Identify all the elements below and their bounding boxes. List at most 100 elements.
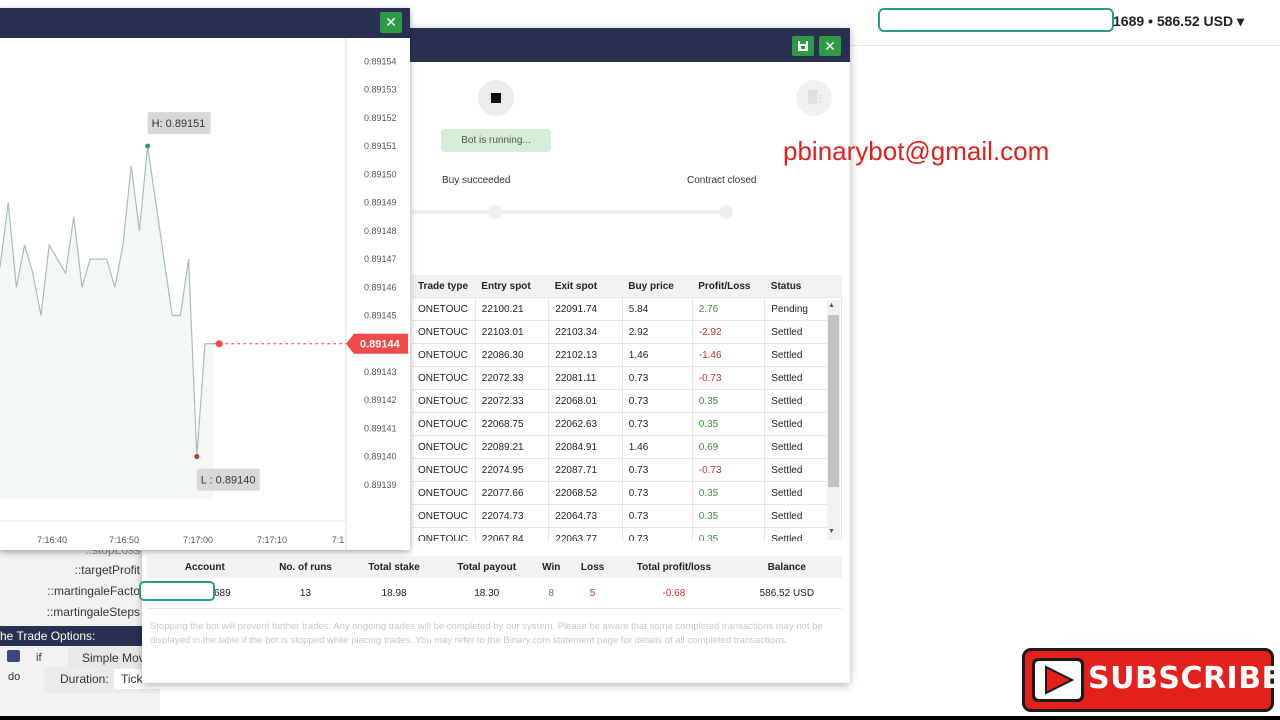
trash-icon: [807, 90, 822, 104]
trade-row: ONETOUC 22074.73 22064.73 0.73 0.35 Settled: [412, 504, 842, 528]
block-martingale-steps[interactable]: ::martingaleSteps: [0, 605, 140, 619]
y-tick-label: 0.89140: [364, 452, 397, 462]
clear-log-button[interactable]: [796, 80, 832, 116]
duration-label: Duration:: [60, 672, 109, 686]
profit-loss-cell: 0.35: [692, 481, 766, 505]
gear-icon[interactable]: [7, 650, 20, 662]
buy-price-cell: 0.73: [622, 412, 693, 436]
x-tick-label: 7:16:40: [37, 535, 67, 545]
col-trade-type[interactable]: Trade type: [412, 275, 476, 298]
buy-price-cell: 0.73: [622, 389, 693, 413]
trade-row: ONETOUC 22077.66 22068.52 0.73 0.35 Settled: [412, 481, 842, 505]
trade-type-cell: ONETOUC: [412, 412, 476, 436]
trade-type-cell: ONETOUC: [412, 343, 476, 367]
trade-row: ONETOUC 22072.33 22068.01 0.73 0.35 Settled: [412, 389, 842, 413]
profit-loss-cell: -0.73: [692, 458, 766, 482]
exit-spot-cell: 22064.73: [548, 504, 623, 528]
block-martingale-factor[interactable]: ::martingaleFacto: [0, 584, 140, 598]
col-total-payout: Total payout: [439, 556, 534, 578]
low-label: L : 0.89140: [201, 475, 256, 487]
col-status[interactable]: Status: [764, 275, 842, 298]
trades-scrollbar-thumb[interactable]: [828, 315, 839, 487]
trade-type-cell: ONETOUC: [412, 435, 476, 459]
close-button[interactable]: ✕: [819, 36, 841, 56]
high-marker: [145, 143, 151, 149]
trade-type-cell: ONETOUC: [412, 481, 476, 505]
entry-spot-cell: 22074.73: [475, 504, 550, 528]
y-tick-label: 0.89145: [364, 311, 397, 321]
summary-row: 1689 13 18.98 18.30 8 5 -0.68 586.52 USD: [147, 578, 842, 609]
progress-dot-closed: [719, 205, 733, 219]
col-entry-spot[interactable]: Entry spot: [475, 275, 549, 298]
col-account: Account: [147, 556, 263, 578]
close-icon: ✕: [385, 14, 397, 30]
simple-moving-average-label: Simple Mov: [82, 651, 145, 665]
y-tick-label: 0.89148: [364, 226, 397, 236]
low-marker: [194, 454, 200, 460]
summary-balance: 586.52 USD: [731, 578, 842, 609]
save-button[interactable]: [792, 36, 814, 56]
trade-type-cell: ONETOUC: [412, 504, 476, 528]
profit-loss-cell: -1.46: [692, 343, 766, 367]
duration-unit-value: Tick: [121, 672, 143, 686]
summary-header-row: Account No. of runs Total stake Total pa…: [147, 556, 842, 578]
exit-spot-cell: 22084.91: [548, 435, 623, 459]
account-balance[interactable]: 1689 • 586.52 USD ▾: [1113, 13, 1244, 30]
exit-spot-cell: 22068.01: [548, 389, 623, 413]
entry-spot-cell: 22067.84: [475, 527, 550, 541]
profit-loss-cell: 0.35: [692, 504, 766, 528]
trade-type-cell: ONETOUC: [412, 366, 476, 390]
trade-row: ONETOUC 22100.21 22091.74 5.84 2.76 Pending: [412, 297, 842, 321]
bottom-edge: [0, 716, 1280, 720]
y-tick-label: 0.89153: [364, 85, 397, 95]
trade-row: ONETOUC 22103.01 22103.34 2.92 -2.92 Settled: [412, 320, 842, 344]
profit-loss-cell: 0.35: [692, 389, 766, 413]
exit-spot-cell: 22102.13: [548, 343, 623, 367]
progress-dot-buy: [488, 205, 502, 219]
trades-table-container[interactable]: Trade type Entry spot Exit spot Buy pric…: [412, 275, 842, 541]
col-loss: Loss: [568, 556, 617, 578]
buy-price-cell: 1.46: [622, 435, 693, 459]
do-label: do: [8, 671, 21, 683]
y-tick-label: 0.89152: [364, 113, 397, 123]
subscribe-label: SUBSCRIBE: [1088, 661, 1280, 696]
block-target-profit[interactable]: ::targetProfit: [0, 563, 140, 577]
entry-spot-cell: 22089.21: [475, 435, 550, 459]
x-tick-label: 7:17:10: [257, 535, 287, 545]
exit-spot-cell: 22081.11: [548, 366, 623, 390]
account-selector-input[interactable]: [878, 8, 1114, 32]
trade-type-cell: ONETOUC: [412, 527, 476, 541]
scroll-up-icon[interactable]: ▲: [828, 302, 835, 309]
chart-titlebar[interactable]: [0, 8, 410, 38]
high-label: H: 0.89151: [152, 118, 206, 130]
y-tick-label: 0.89142: [364, 395, 397, 405]
y-tick-label: 0.89150: [364, 169, 397, 179]
exit-spot-cell: 22062.63: [548, 412, 623, 436]
summary-payout: 18.30: [439, 578, 534, 609]
current-price-marker: [215, 340, 223, 348]
chart-close-button[interactable]: ✕: [380, 12, 402, 33]
buy-price-cell: 2.92: [622, 320, 693, 344]
buy-price-cell: 1.46: [622, 343, 693, 367]
tick-chart[interactable]: 0.89154 0.89153 0.89152 0.89151 0.89150 0.891…: [0, 38, 410, 550]
summary-runs: 13: [262, 578, 349, 609]
col-exit-spot[interactable]: Exit spot: [548, 275, 623, 298]
col-profit-loss[interactable]: Profit/Loss: [692, 275, 765, 298]
col-runs: No. of runs: [262, 556, 349, 578]
y-tick-label: 0.89139: [364, 480, 397, 490]
trade-type-cell: ONETOUC: [412, 389, 476, 413]
entry-spot-cell: 22100.21: [475, 297, 550, 321]
entry-spot-cell: 22072.33: [475, 389, 550, 413]
col-total-stake: Total stake: [348, 556, 440, 578]
x-tick-label: 7:16:50: [109, 535, 139, 545]
entry-spot-cell: 22103.01: [475, 320, 550, 344]
scroll-down-icon[interactable]: ▼: [828, 528, 835, 535]
stop-icon: [491, 93, 501, 103]
account-filter-input[interactable]: [139, 581, 215, 601]
entry-spot-cell: 22077.66: [475, 481, 550, 505]
trade-type-cell: ONETOUC: [412, 458, 476, 482]
exit-spot-cell: 22091.74: [548, 297, 623, 321]
col-buy-price[interactable]: Buy price: [622, 275, 693, 298]
buy-price-cell: 0.73: [622, 527, 693, 541]
step-buy-succeeded: Buy succeeded: [442, 175, 511, 186]
